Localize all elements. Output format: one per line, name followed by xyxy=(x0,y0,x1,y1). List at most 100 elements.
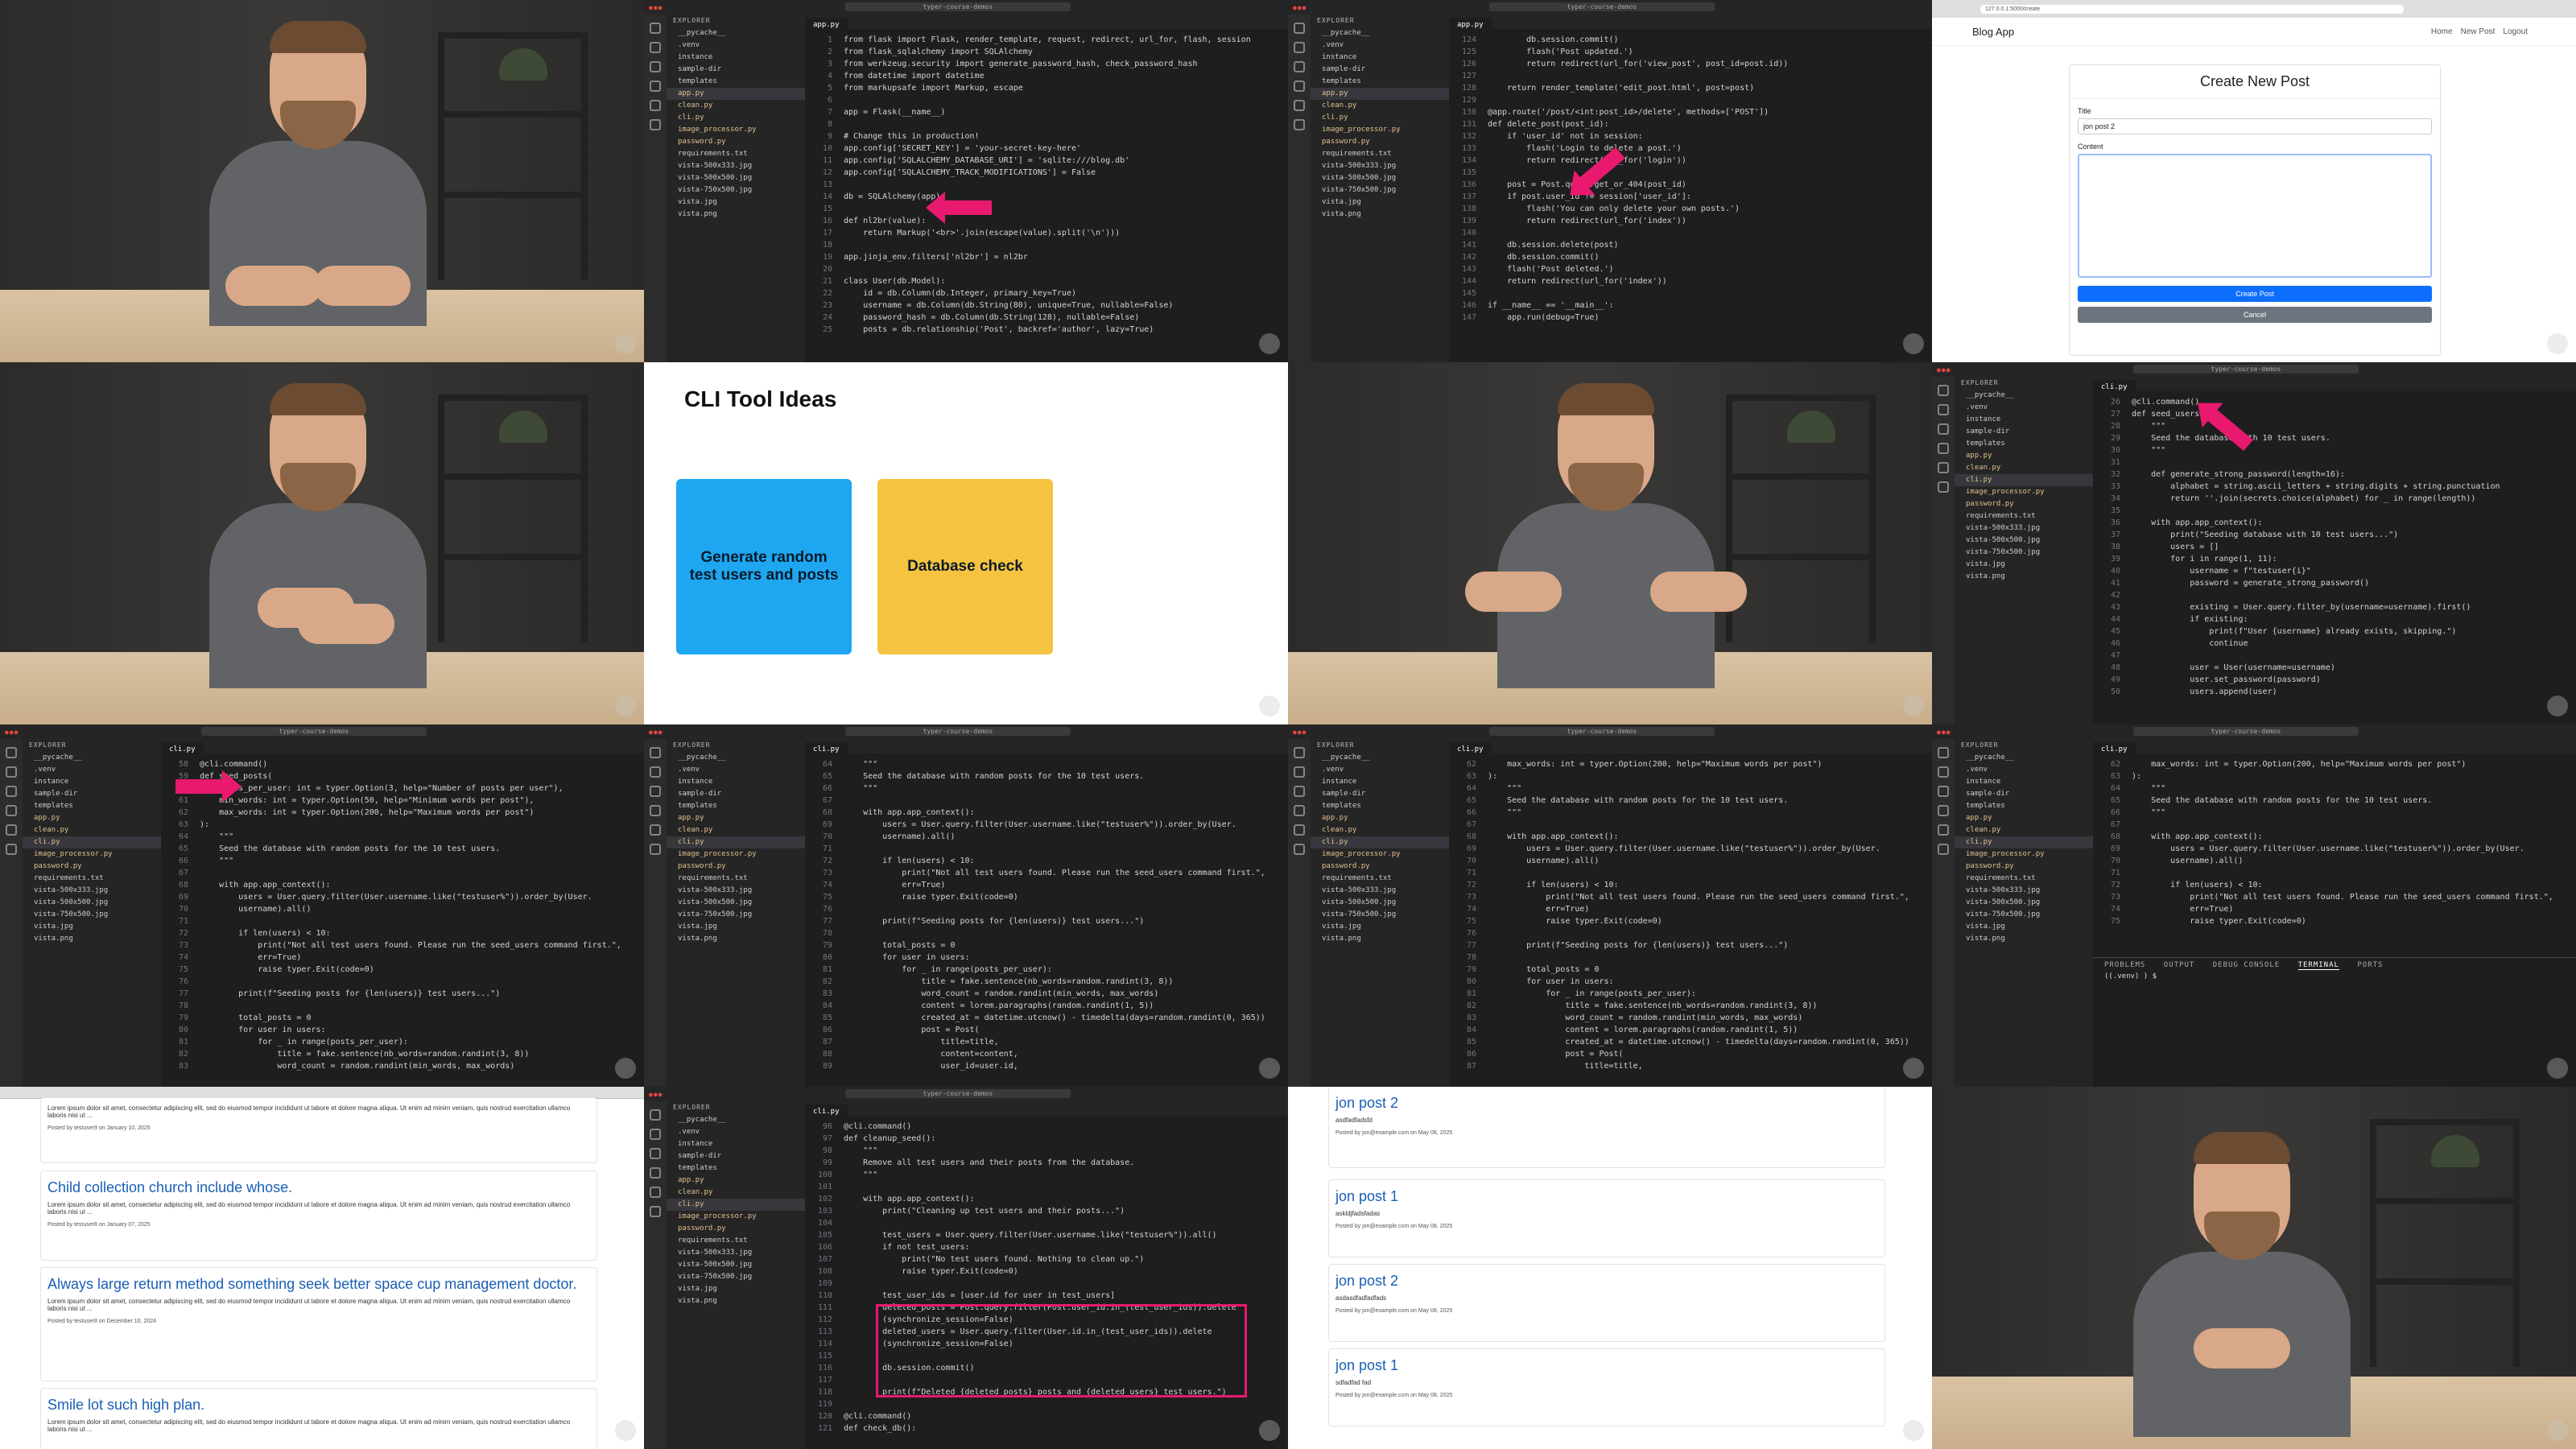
command-search[interactable]: typer-course-demos xyxy=(2133,365,2359,374)
file-item[interactable]: vista-500x500.jpg xyxy=(1955,897,2093,909)
file-item[interactable]: app.py xyxy=(1955,812,2093,824)
file-item[interactable]: cli.py xyxy=(667,836,805,848)
file-item[interactable]: cli.py xyxy=(667,1199,805,1211)
file-item[interactable]: vista.png xyxy=(667,1295,805,1307)
activity-bar[interactable] xyxy=(1932,377,1955,724)
post-card[interactable]: Always large return method something see… xyxy=(40,1267,597,1381)
file-item[interactable]: templates xyxy=(667,1162,805,1174)
file-item[interactable]: password.py xyxy=(1955,861,2093,873)
file-item[interactable]: instance xyxy=(667,1138,805,1150)
file-item[interactable]: requirements.txt xyxy=(1311,873,1449,885)
post-title[interactable]: jon post 2 xyxy=(1335,1273,1878,1290)
file-item[interactable]: vista-500x500.jpg xyxy=(23,897,161,909)
file-item[interactable]: templates xyxy=(1955,438,2093,450)
file-item[interactable]: vista.jpg xyxy=(667,921,805,933)
file-item[interactable]: image_processor.py xyxy=(1311,848,1449,861)
file-item[interactable]: __pycache__ xyxy=(1955,390,2093,402)
file-item[interactable]: app.py xyxy=(667,1174,805,1187)
file-item[interactable]: requirements.txt xyxy=(667,873,805,885)
file-item[interactable]: vista-500x333.jpg xyxy=(1955,522,2093,535)
tab-ports[interactable]: PORTS xyxy=(2357,961,2383,969)
post-card[interactable]: Smile lot such high plan. Lorem ipsum do… xyxy=(40,1388,597,1449)
file-item[interactable]: instance xyxy=(23,776,161,788)
file-item[interactable]: vista-750x500.jpg xyxy=(667,184,805,196)
file-item[interactable]: __pycache__ xyxy=(667,752,805,764)
activity-bar[interactable] xyxy=(644,14,667,362)
file-item[interactable]: vista-750x500.jpg xyxy=(23,909,161,921)
nav-logout[interactable]: Logout xyxy=(2503,27,2528,36)
file-item[interactable]: cli.py xyxy=(23,836,161,848)
file-item[interactable]: requirements.txt xyxy=(23,873,161,885)
file-item[interactable]: clean.py xyxy=(667,824,805,836)
file-item[interactable]: image_processor.py xyxy=(1311,124,1449,136)
file-item[interactable]: vista.png xyxy=(1955,571,2093,583)
file-item[interactable]: password.py xyxy=(667,136,805,148)
file-item[interactable]: vista.png xyxy=(23,933,161,945)
file-item[interactable]: password.py xyxy=(1311,136,1449,148)
file-item[interactable]: clean.py xyxy=(667,100,805,112)
file-item[interactable]: cli.py xyxy=(1311,112,1449,124)
file-item[interactable]: vista.jpg xyxy=(1311,921,1449,933)
cancel-button[interactable]: Cancel xyxy=(2078,307,2432,323)
post-card[interactable]: jon post 1 sdfadfad fad Posted by jon@ex… xyxy=(1328,1348,1885,1426)
file-item[interactable]: vista-500x333.jpg xyxy=(667,885,805,897)
activity-bar[interactable] xyxy=(644,739,667,1087)
command-search[interactable]: typer-course-demos xyxy=(845,1089,1071,1098)
activity-bar[interactable] xyxy=(644,1101,667,1449)
content-textarea[interactable] xyxy=(2078,154,2432,278)
file-item[interactable]: vista-500x500.jpg xyxy=(1311,897,1449,909)
file-item[interactable]: image_processor.py xyxy=(23,848,161,861)
code-editor[interactable]: 64 """ 65 Seed the database with random p… xyxy=(805,753,1288,1087)
activity-bar[interactable] xyxy=(0,739,23,1087)
file-item[interactable]: instance xyxy=(667,776,805,788)
file-item[interactable]: vista-750x500.jpg xyxy=(667,1271,805,1283)
command-search[interactable]: typer-course-demos xyxy=(845,2,1071,11)
post-card[interactable]: Lorem ipsum dolor sit amet, consectetur … xyxy=(40,1098,597,1163)
post-title[interactable]: jon post 1 xyxy=(1335,1357,1878,1374)
file-item[interactable]: sample-dir xyxy=(667,64,805,76)
file-item[interactable]: instance xyxy=(1955,414,2093,426)
file-item[interactable]: sample-dir xyxy=(1311,788,1449,800)
file-item[interactable]: templates xyxy=(23,800,161,812)
post-title[interactable]: jon post 1 xyxy=(1335,1188,1878,1205)
file-item[interactable]: instance xyxy=(667,52,805,64)
command-search[interactable]: typer-course-demos xyxy=(1489,2,1715,11)
tab-terminal[interactable]: TERMINAL xyxy=(2297,961,2339,970)
code-editor[interactable]: 62 max_words: int = typer.Option(200, he… xyxy=(1449,753,1932,1087)
tab-output[interactable]: OUTPUT xyxy=(2164,961,2195,969)
command-search[interactable]: typer-course-demos xyxy=(201,727,427,736)
terminal-prompt[interactable]: ((.venv) ) $ xyxy=(2093,972,2576,980)
command-search[interactable]: typer-course-demos xyxy=(845,727,1071,736)
file-item[interactable]: .venv xyxy=(1955,764,2093,776)
file-item[interactable]: .venv xyxy=(1311,39,1449,52)
tab-debug-console[interactable]: DEBUG CONSOLE xyxy=(2213,961,2280,969)
brand-link[interactable]: Blog App xyxy=(1972,26,2014,38)
file-item[interactable]: __pycache__ xyxy=(667,27,805,39)
file-item[interactable]: image_processor.py xyxy=(667,124,805,136)
file-item[interactable]: cli.py xyxy=(1955,474,2093,486)
file-item[interactable]: vista.png xyxy=(1311,208,1449,221)
file-item[interactable]: vista.jpg xyxy=(667,196,805,208)
file-item[interactable]: app.py xyxy=(1311,88,1449,100)
file-item[interactable]: requirements.txt xyxy=(667,148,805,160)
file-item[interactable]: instance xyxy=(1311,52,1449,64)
command-search[interactable]: typer-course-demos xyxy=(2133,727,2359,736)
file-item[interactable]: requirements.txt xyxy=(667,1235,805,1247)
file-item[interactable]: vista-500x333.jpg xyxy=(667,160,805,172)
file-item[interactable]: vista-750x500.jpg xyxy=(1955,909,2093,921)
file-item[interactable]: password.py xyxy=(1955,498,2093,510)
terminal-panel[interactable]: PROBLEMS OUTPUT DEBUG CONSOLE TERMINAL P… xyxy=(2093,957,2576,1087)
file-item[interactable]: vista-750x500.jpg xyxy=(667,909,805,921)
file-item[interactable]: password.py xyxy=(667,861,805,873)
post-title[interactable]: Child collection church include whose. xyxy=(47,1179,590,1196)
nav-new-post[interactable]: New Post xyxy=(2461,27,2496,36)
file-item[interactable]: sample-dir xyxy=(23,788,161,800)
file-item[interactable]: __pycache__ xyxy=(1311,27,1449,39)
activity-bar[interactable] xyxy=(1932,739,1955,1087)
file-item[interactable]: vista-750x500.jpg xyxy=(1311,184,1449,196)
file-item[interactable]: .venv xyxy=(1311,764,1449,776)
file-item[interactable]: cli.py xyxy=(667,112,805,124)
file-item[interactable]: vista.png xyxy=(1955,933,2093,945)
file-item[interactable]: templates xyxy=(1955,800,2093,812)
post-title[interactable]: jon post 2 xyxy=(1335,1095,1878,1112)
